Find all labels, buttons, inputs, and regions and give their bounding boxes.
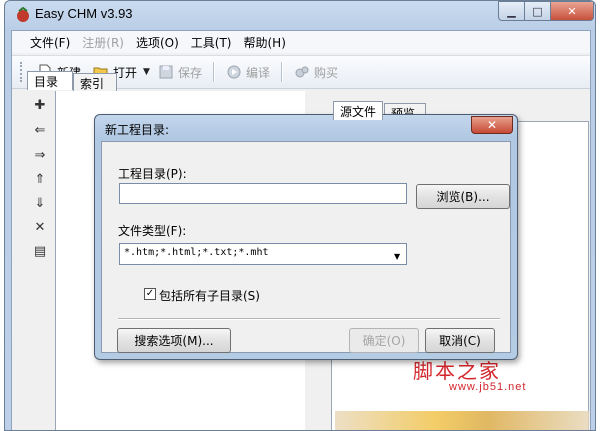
- close-icon: ✕: [486, 118, 498, 132]
- file-type-select[interactable]: *.htm;*.html;*.txt;*.mht: [119, 243, 407, 265]
- search-options-button[interactable]: 搜索选项(M)...: [117, 328, 231, 353]
- add-icon[interactable]: ✚: [33, 99, 47, 113]
- maximize-button[interactable]: □: [524, 1, 551, 21]
- save-icon: [158, 64, 174, 80]
- new-project-dialog: 新工程目录: ✕ 工程目录(P): 浏览(B)... 文件类型(F): *.ht…: [94, 114, 518, 360]
- open-dropdown-icon[interactable]: ▼: [143, 67, 150, 77]
- watermark-url: www.jb51.net: [449, 381, 527, 393]
- browse-button[interactable]: 浏览(B)...: [416, 184, 510, 209]
- save-button[interactable]: 保存: [154, 62, 206, 83]
- delete-icon[interactable]: ✕: [33, 221, 47, 235]
- compile-icon: [226, 64, 242, 80]
- include-subdirs-checkbox[interactable]: ✓: [144, 288, 156, 300]
- arrow-down-icon[interactable]: ⇓: [33, 197, 47, 211]
- menu-bar: 文件(F) 注册(R) 选项(O) 工具(T) 帮助(H): [12, 31, 590, 53]
- title-bar[interactable]: Easy CHM v3.93 ▁ □ ✕: [5, 1, 595, 29]
- menu-file[interactable]: 文件(F): [30, 34, 70, 51]
- include-subdirs-label[interactable]: 包括所有子目录(S): [159, 287, 260, 304]
- dialog-close-button[interactable]: ✕: [471, 116, 513, 134]
- compile-button-label: 编译: [245, 65, 270, 80]
- project-dir-input[interactable]: [119, 183, 407, 204]
- tab-index[interactable]: 索引: [73, 73, 117, 92]
- compile-button[interactable]: 编译: [222, 62, 274, 83]
- cancel-button[interactable]: 取消(C): [425, 328, 495, 353]
- maximize-icon: □: [532, 4, 543, 18]
- menu-options[interactable]: 选项(O): [136, 34, 179, 51]
- toolbar-separator: [280, 62, 283, 82]
- dialog-body: 工程目录(P): 浏览(B)... 文件类型(F): *.htm;*.html;…: [101, 141, 511, 353]
- toolbar-grip[interactable]: [20, 62, 25, 82]
- menu-register[interactable]: 注册(R): [82, 34, 124, 51]
- dialog-title: 新工程目录:: [105, 123, 170, 137]
- buy-icon: [294, 64, 310, 80]
- save-button-label: 保存: [177, 65, 202, 80]
- file-type-label: 文件类型(F):: [118, 224, 187, 238]
- properties-icon[interactable]: ▤: [33, 245, 47, 259]
- minimize-button[interactable]: ▁: [498, 1, 525, 21]
- toolbar-separator: [212, 62, 215, 82]
- app-icon: [15, 6, 31, 23]
- tab-source[interactable]: 源文件: [333, 101, 383, 120]
- chevron-down-icon[interactable]: ▼: [394, 252, 400, 261]
- arrow-right-icon[interactable]: ⇒: [33, 149, 47, 163]
- buy-button-label: 购买: [313, 65, 338, 80]
- tab-contents[interactable]: 目录: [27, 71, 73, 90]
- minimize-icon: ▁: [507, 4, 516, 18]
- preview-image: [335, 411, 589, 430]
- window-title: Easy CHM v3.93: [35, 6, 133, 21]
- close-icon: ✕: [567, 4, 577, 18]
- tree-toolbar: ✚ ⇐ ⇒ ⇑ ⇓ ✕ ▤: [27, 91, 53, 430]
- menu-tools[interactable]: 工具(T): [191, 34, 232, 51]
- close-button[interactable]: ✕: [550, 1, 594, 21]
- divider: [118, 318, 500, 320]
- arrow-left-icon[interactable]: ⇐: [33, 124, 47, 138]
- arrow-up-icon[interactable]: ⇑: [33, 173, 47, 187]
- menu-help[interactable]: 帮助(H): [244, 34, 286, 51]
- project-dir-label: 工程目录(P):: [118, 167, 187, 181]
- ok-button[interactable]: 确定(O): [349, 328, 419, 353]
- buy-button[interactable]: 购买: [290, 62, 342, 83]
